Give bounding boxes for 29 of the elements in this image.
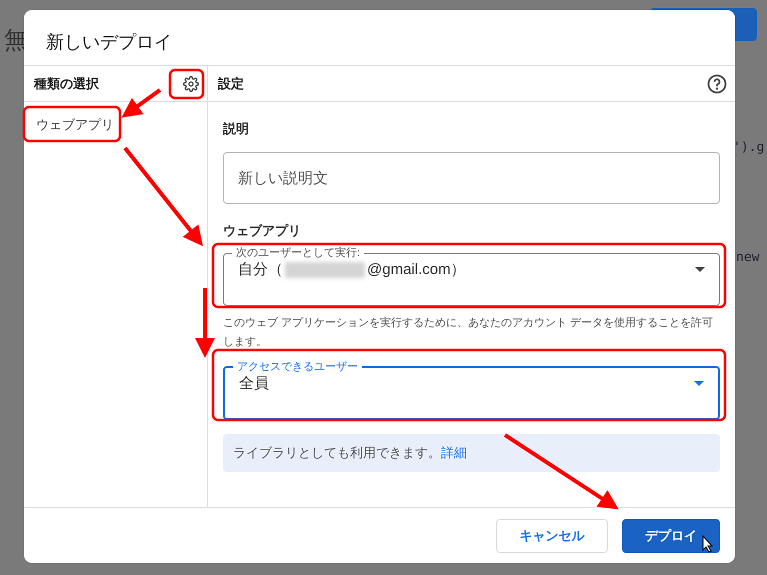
annotation-arrow bbox=[195, 288, 215, 358]
highlight-frame bbox=[168, 68, 204, 100]
help-icon[interactable] bbox=[707, 74, 727, 94]
annotation-arrow bbox=[122, 88, 162, 118]
deploy-button[interactable]: デプロイ bbox=[622, 518, 720, 552]
caret-icon bbox=[695, 267, 705, 272]
dropdown-field[interactable]: アクセスできるユーザー 全員 bbox=[223, 360, 720, 420]
settings-heading: 設定 bbox=[218, 74, 244, 92]
sidebar-heading: 種類の選択 bbox=[34, 74, 99, 92]
code-line: ').g bbox=[733, 140, 764, 155]
field-value: 自分（ bbox=[238, 260, 283, 279]
help-text: このウェブ アプリケーションを実行するために、あなたのアカウント データを使用することを許可します。 bbox=[223, 316, 714, 350]
details-link[interactable]: 詳細 bbox=[441, 445, 467, 460]
cancel-button[interactable]: キャンセル bbox=[496, 518, 608, 552]
section-heading: ウェブアプリ bbox=[223, 222, 302, 240]
field-label: アクセスできるユーザー bbox=[236, 360, 359, 374]
field-label: 次のユーザーとして実行: bbox=[235, 246, 362, 260]
sidebar-item[interactable]: ウェブアプリ bbox=[32, 110, 118, 140]
settings-icon[interactable] bbox=[183, 76, 199, 92]
dropdown-field[interactable]: 次のユーザーとして実行: 自分（ @gmail.com） bbox=[223, 246, 720, 306]
description-field[interactable]: 新しい説明文 bbox=[223, 152, 720, 204]
caret-icon bbox=[694, 381, 704, 386]
code-line: new bbox=[736, 250, 760, 265]
field-value: 全員 bbox=[239, 374, 269, 393]
info-text: ライブラリとしても利用できます。 bbox=[233, 445, 441, 460]
dialog-title: 新しいデプロイ bbox=[24, 10, 735, 66]
description-label: 説明 bbox=[223, 120, 250, 138]
field-value: @gmail.com） bbox=[367, 260, 466, 279]
pointer-cursor-icon bbox=[702, 534, 714, 553]
